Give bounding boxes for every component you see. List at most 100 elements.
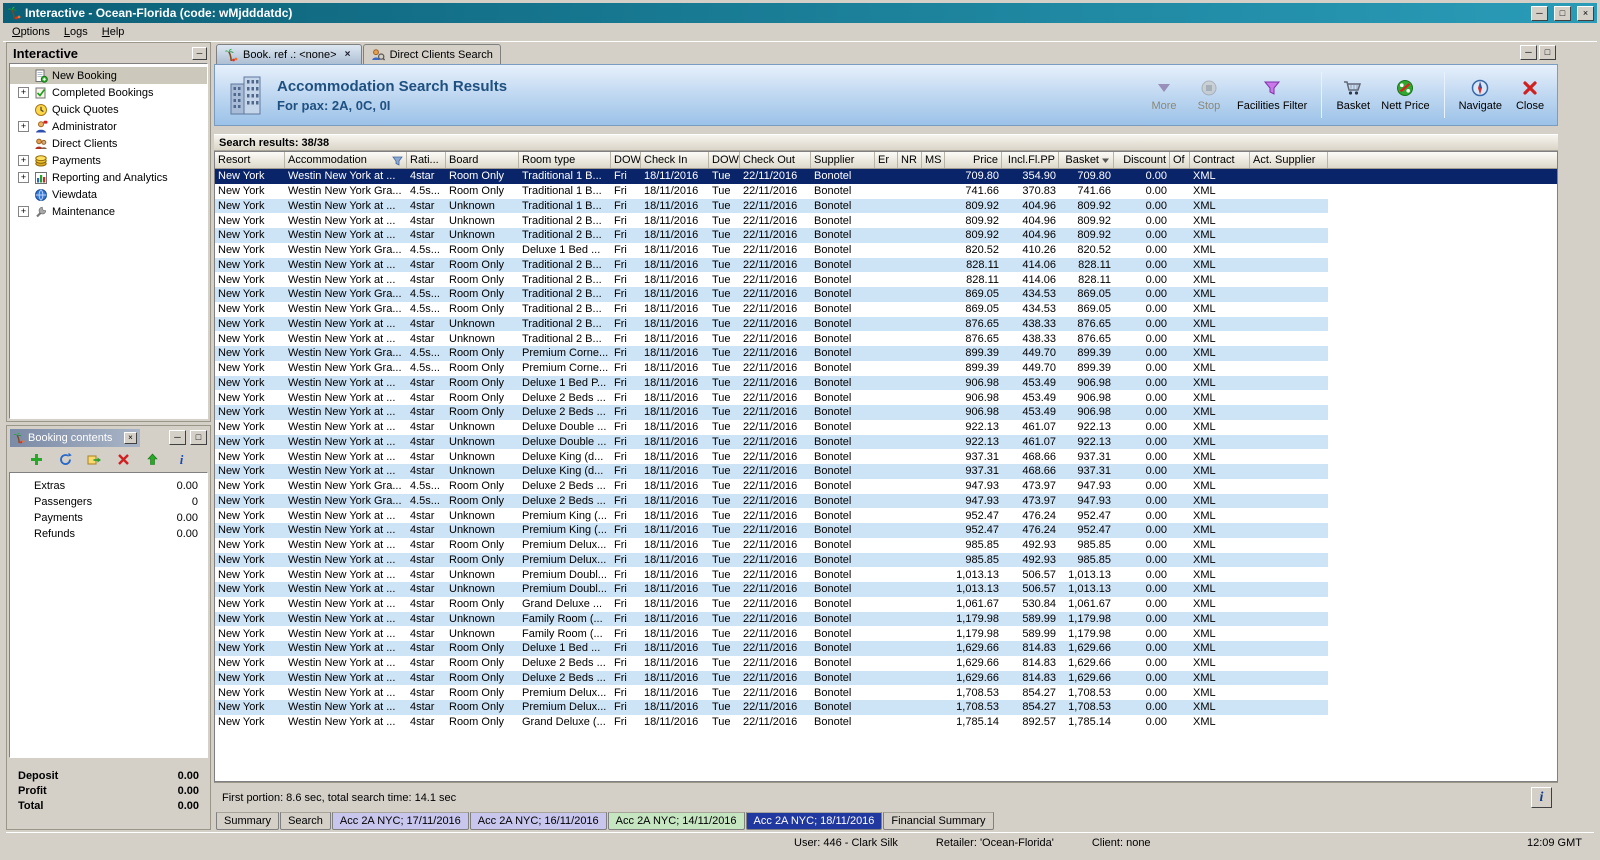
navigate-button[interactable]: Navigate [1459, 78, 1502, 112]
bottom-tab-acc-2a-nyc-17-11-2016[interactable]: Acc 2A NYC; 17/11/2016 [331, 812, 469, 830]
menu-item-logs[interactable]: Logs [57, 24, 95, 40]
booking-panel-close-icon[interactable]: × [124, 431, 137, 444]
grid-row[interactable]: New York Westin New York at ... 4star Unkno… [215, 626, 1328, 641]
grid-row[interactable]: New York Westin New York at ... 4star Room … [215, 257, 1328, 273]
column-header-dow[interactable]: DOW [709, 152, 740, 168]
column-header-accommodation[interactable]: Accommodation [285, 152, 407, 168]
grid-row[interactable]: New York Westin New York at ... 4star Room … [215, 272, 1328, 287]
grid-row[interactable]: New York Westin New York at ... 4star Unkno… [215, 611, 1328, 627]
more-button[interactable]: More [1147, 78, 1181, 112]
grid-row[interactable]: New York Westin New York Gra... 4.5s... Roo… [215, 346, 1328, 361]
column-header-of[interactable]: Of [1170, 152, 1190, 168]
grid-row[interactable]: New York Westin New York Gra... 4.5s... Roo… [215, 479, 1328, 494]
menu-item-help[interactable]: Help [95, 24, 132, 40]
grid-row[interactable]: New York Westin New York at ... 4star Room … [215, 656, 1328, 671]
facilities-filter-button[interactable]: Facilities Filter [1237, 78, 1307, 112]
grid-row[interactable]: New York Westin New York at ... 4star Unkno… [215, 331, 1328, 346]
sidebar-item-completed-bookings[interactable]: + Completed Bookings [10, 84, 207, 101]
close-button[interactable]: Close [1513, 78, 1547, 112]
grid-row[interactable]: New York Westin New York at ... 4star Room … [215, 169, 1557, 184]
mdi-restore-button[interactable]: □ [1539, 45, 1556, 60]
sidebar-item-reporting-and-analytics[interactable]: + Reporting and Analytics [10, 169, 207, 186]
menu-item-options[interactable]: Options [5, 24, 57, 40]
booking-row[interactable]: Passengers 0 [10, 494, 207, 510]
sidebar-item-viewdata[interactable]: Viewdata [10, 186, 207, 203]
column-header-check-in[interactable]: Check In [641, 152, 709, 168]
add-button[interactable] [28, 452, 44, 468]
booking-panel-caption[interactable]: Booking contents × [10, 428, 140, 447]
expander-icon[interactable]: + [18, 155, 29, 166]
column-header-nr[interactable]: NR [898, 152, 922, 168]
grid-row[interactable]: New York Westin New York at ... 4star Unkno… [215, 464, 1328, 479]
grid-row[interactable]: New York Westin New York at ... 4star Room … [215, 552, 1328, 568]
grid-row[interactable]: New York Westin New York at ... 4star Room … [215, 700, 1328, 715]
column-header-room-type[interactable]: Room type [519, 152, 611, 168]
filter-icon[interactable] [392, 155, 403, 166]
column-header-check-out[interactable]: Check Out [740, 152, 811, 168]
grid-row[interactable]: New York Westin New York at ... 4star Unkno… [215, 213, 1328, 228]
bottom-tab-summary[interactable]: Summary [216, 812, 280, 830]
expander-icon[interactable]: + [18, 206, 29, 217]
bottom-tab-acc-2a-nyc-18-11-2016[interactable]: Acc 2A NYC; 18/11/2016 [745, 812, 883, 830]
booking-row[interactable]: Extras 0.00 [10, 478, 207, 494]
grid-row[interactable]: New York Westin New York at ... 4star Unkno… [215, 316, 1328, 332]
sidebar-item-administrator[interactable]: + Administrator [10, 118, 207, 135]
grid-row[interactable]: New York Westin New York at ... 4star Unkno… [215, 434, 1328, 450]
grid-row[interactable]: New York Westin New York Gra... 4.5s... Roo… [215, 287, 1328, 302]
grid-row[interactable]: New York Westin New York at ... 4star Unkno… [215, 523, 1328, 538]
column-header-price[interactable]: Price [945, 152, 1002, 168]
sidebar-item-direct-clients[interactable]: Direct Clients [10, 135, 207, 152]
maximize-button[interactable]: □ [1554, 5, 1571, 21]
grid-row[interactable]: New York Westin New York at ... 4star Room … [215, 715, 1328, 730]
stop-button[interactable]: Stop [1192, 78, 1226, 112]
nett-price-button[interactable]: Nett Price [1381, 78, 1430, 112]
grid-row[interactable]: New York Westin New York Gra... 4.5s... Roo… [215, 361, 1328, 376]
sidebar-item-quick-quotes[interactable]: Quick Quotes [10, 101, 207, 118]
column-header-act-supplier[interactable]: Act. Supplier [1250, 152, 1328, 168]
promote-button[interactable] [144, 452, 160, 468]
collapse-panel-button[interactable]: ─ [192, 47, 207, 60]
booking-panel-restore-button[interactable]: □ [190, 430, 207, 445]
expander-icon[interactable]: + [18, 121, 29, 132]
basket-button[interactable]: Basket [1336, 78, 1370, 112]
delete-button[interactable] [115, 452, 131, 468]
tab-direct-clients-search[interactable]: Direct Clients Search [362, 44, 501, 64]
column-header-ms[interactable]: MS [922, 152, 945, 168]
bottom-tab-financial-summary[interactable]: Financial Summary [883, 812, 994, 830]
column-header-dow[interactable]: DOW [611, 152, 641, 168]
grid-row[interactable]: New York Westin New York at ... 4star Room … [215, 685, 1328, 700]
grid-row[interactable]: New York Westin New York Gra... 4.5s... Roo… [215, 184, 1328, 199]
grid-row[interactable]: New York Westin New York at ... 4star Unkno… [215, 567, 1328, 582]
column-header-contract[interactable]: Contract [1190, 152, 1250, 168]
grid-row[interactable]: New York Westin New York at ... 4star Room … [215, 405, 1328, 420]
booking-row[interactable]: Payments 0.00 [10, 510, 207, 526]
bottom-tab-acc-2a-nyc-14-11-2016[interactable]: Acc 2A NYC; 14/11/2016 [607, 812, 745, 830]
grid-row[interactable]: New York Westin New York Gra... 4.5s... Roo… [215, 243, 1328, 258]
column-header-board[interactable]: Board [446, 152, 519, 168]
booking-row[interactable]: Refunds 0.00 [10, 526, 207, 542]
column-header-basket[interactable]: Basket [1059, 152, 1114, 168]
bottom-tab-acc-2a-nyc-16-11-2016[interactable]: Acc 2A NYC; 16/11/2016 [469, 812, 607, 830]
grid-row[interactable]: New York Westin New York at ... 4star Unkno… [215, 508, 1328, 523]
mdi-minimize-button[interactable]: ─ [1520, 45, 1537, 60]
grid-row[interactable]: New York Westin New York at ... 4star Room … [215, 538, 1328, 553]
expander-icon[interactable]: + [18, 87, 29, 98]
transfer-button[interactable] [86, 452, 102, 468]
grid-row[interactable]: New York Westin New York at ... 4star Room … [215, 670, 1328, 686]
column-header-supplier[interactable]: Supplier [811, 152, 875, 168]
column-header-rati[interactable]: Rati... [407, 152, 446, 168]
tab-close-icon[interactable]: × [342, 49, 354, 61]
grid-row[interactable]: New York Westin New York at ... 4star Unkno… [215, 228, 1328, 243]
tab-book-ref-none[interactable]: Book. ref .: <none> × [216, 44, 362, 64]
grid-row[interactable]: New York Westin New York Gra... 4.5s... Roo… [215, 302, 1328, 317]
booking-panel-minimize-button[interactable]: ─ [169, 430, 186, 445]
grid-row[interactable]: New York Westin New York at ... 4star Room … [215, 597, 1328, 612]
column-header-er[interactable]: Er [875, 152, 898, 168]
bottom-tab-search[interactable]: Search [280, 812, 331, 830]
grid-row[interactable]: New York Westin New York at ... 4star Unkno… [215, 449, 1328, 464]
info-button[interactable]: i [1531, 787, 1552, 808]
sidebar-item-payments[interactable]: + Payments [10, 152, 207, 169]
grid-row[interactable]: New York Westin New York at ... 4star Room … [215, 390, 1328, 405]
grid-row[interactable]: New York Westin New York at ... 4star Room … [215, 641, 1328, 656]
column-header-resort[interactable]: Resort [215, 152, 285, 168]
